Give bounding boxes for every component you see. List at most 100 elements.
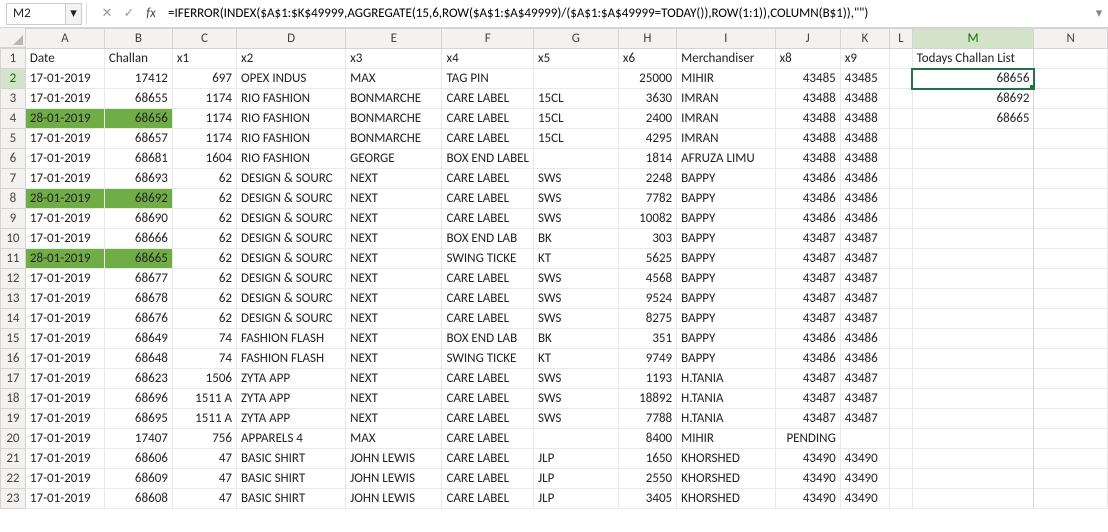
cell-B14[interactable]: 68676 [104,309,172,329]
cell-B3[interactable]: 68655 [104,89,172,109]
cell-H22[interactable]: 2550 [618,469,676,489]
cell-N9[interactable] [1034,209,1108,229]
cell-L12[interactable] [890,269,913,289]
cell-B23[interactable]: 68608 [104,489,172,509]
cell-M23[interactable] [912,489,1034,509]
cell-I9[interactable]: BAPPY [677,209,775,229]
cell-L17[interactable] [890,369,913,389]
cell-J6[interactable]: 43488 [775,149,840,169]
row-header-19[interactable]: 19 [1,409,26,429]
cell-I1[interactable]: Merchandiser [677,49,775,69]
cell-A12[interactable]: 17-01-2019 [25,269,104,289]
cell-E18[interactable]: NEXT [346,389,442,409]
cell-L8[interactable] [890,189,913,209]
cell-M21[interactable] [912,449,1034,469]
cell-A4[interactable]: 28-01-2019 [25,109,104,129]
cell-L20[interactable] [890,429,913,449]
cell-A17[interactable]: 17-01-2019 [25,369,104,389]
cell-K21[interactable]: 43490 [840,449,889,469]
cell-F8[interactable]: CARE LABEL [442,189,534,209]
cell-F11[interactable]: SWING TICKE [442,249,534,269]
name-box-dropdown[interactable]: ▾ [66,3,82,25]
cell-E11[interactable]: NEXT [346,249,442,269]
cell-F14[interactable]: CARE LABEL [442,309,534,329]
cell-D16[interactable]: FASHION FLASH [237,349,346,369]
cell-I18[interactable]: H.TANIA [677,389,775,409]
name-box[interactable]: M2 [6,3,66,25]
cell-H8[interactable]: 7782 [618,189,676,209]
row-header-15[interactable]: 15 [1,329,26,349]
cell-J8[interactable]: 43486 [775,189,840,209]
cell-N11[interactable] [1034,249,1108,269]
cell-C8[interactable]: 62 [172,189,236,209]
cell-L16[interactable] [890,349,913,369]
cell-A1[interactable]: Date [25,49,104,69]
cell-L7[interactable] [890,169,913,189]
cell-F21[interactable]: CARE LABEL [442,449,534,469]
cell-I4[interactable]: IMRAN [677,109,775,129]
cell-D19[interactable]: ZYTA APP [237,409,346,429]
cell-C7[interactable]: 62 [172,169,236,189]
cell-E2[interactable]: MAX [346,69,442,89]
cell-G14[interactable]: SWS [533,309,618,329]
row-header-5[interactable]: 5 [1,129,26,149]
cell-M3[interactable]: 68692 [912,89,1034,109]
cell-G1[interactable]: x5 [533,49,618,69]
cell-G21[interactable]: JLP [533,449,618,469]
cell-K17[interactable]: 43487 [840,369,889,389]
cell-D9[interactable]: DESIGN & SOURC [237,209,346,229]
cell-G23[interactable]: JLP [533,489,618,509]
cell-H23[interactable]: 3405 [618,489,676,509]
cell-J5[interactable]: 43488 [775,129,840,149]
cell-H14[interactable]: 8275 [618,309,676,329]
cell-C5[interactable]: 1174 [172,129,236,149]
cell-J9[interactable]: 43486 [775,209,840,229]
cell-A16[interactable]: 17-01-2019 [25,349,104,369]
cell-I6[interactable]: AFRUZA LIMU [677,149,775,169]
cell-A22[interactable]: 17-01-2019 [25,469,104,489]
cell-L13[interactable] [890,289,913,309]
cell-D4[interactable]: RIO FASHION [237,109,346,129]
cell-M15[interactable] [912,329,1034,349]
cell-G16[interactable]: KT [533,349,618,369]
cell-D1[interactable]: x2 [237,49,346,69]
cell-J4[interactable]: 43488 [775,109,840,129]
cell-A7[interactable]: 17-01-2019 [25,169,104,189]
cell-H9[interactable]: 10082 [618,209,676,229]
row-header-16[interactable]: 16 [1,349,26,369]
cell-D12[interactable]: DESIGN & SOURC [237,269,346,289]
cell-B20[interactable]: 17407 [104,429,172,449]
cell-I13[interactable]: BAPPY [677,289,775,309]
formula-input[interactable] [162,3,1090,25]
cell-A13[interactable]: 17-01-2019 [25,289,104,309]
cell-N6[interactable] [1034,149,1108,169]
cell-N16[interactable] [1034,349,1108,369]
row-header-10[interactable]: 10 [1,229,26,249]
cell-E10[interactable]: NEXT [346,229,442,249]
cell-M2[interactable]: 68656 [912,69,1034,89]
row-header-1[interactable]: 1 [1,49,26,69]
cell-F17[interactable]: CARE LABEL [442,369,534,389]
cell-C10[interactable]: 62 [172,229,236,249]
cell-E16[interactable]: NEXT [346,349,442,369]
row-header-3[interactable]: 3 [1,89,26,109]
cell-I12[interactable]: BAPPY [677,269,775,289]
cell-N15[interactable] [1034,329,1108,349]
cell-D18[interactable]: ZYTA APP [237,389,346,409]
column-header-K[interactable]: K [840,29,889,49]
cell-E9[interactable]: NEXT [346,209,442,229]
cell-B5[interactable]: 68657 [104,129,172,149]
cell-G6[interactable] [533,149,618,169]
cell-I20[interactable]: MIHIR [677,429,775,449]
cell-N10[interactable] [1034,229,1108,249]
row-header-4[interactable]: 4 [1,109,26,129]
cell-H5[interactable]: 4295 [618,129,676,149]
cell-N2[interactable] [1034,69,1108,89]
cell-D21[interactable]: BASIC SHIRT [237,449,346,469]
row-header-8[interactable]: 8 [1,189,26,209]
column-header-H[interactable]: H [618,29,676,49]
cell-J10[interactable]: 43487 [775,229,840,249]
cell-C15[interactable]: 74 [172,329,236,349]
cell-G15[interactable]: BK [533,329,618,349]
column-header-I[interactable]: I [677,29,775,49]
